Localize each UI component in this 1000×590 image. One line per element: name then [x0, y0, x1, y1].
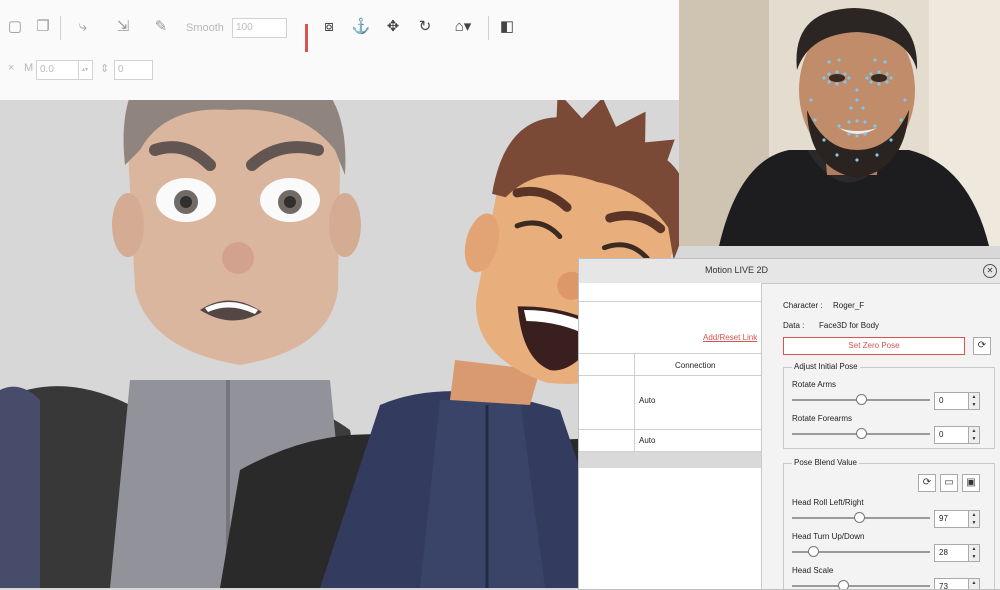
rotate-arms-label: Rotate Arms	[792, 380, 837, 389]
move-icon[interactable]: ✥	[382, 16, 404, 38]
head-roll-spinner[interactable]: ▲ ▼	[968, 510, 980, 528]
refresh-icon[interactable]: ⟳	[918, 474, 936, 492]
head-turn-slider-thumb[interactable]	[808, 546, 819, 557]
head-scale-input[interactable]: 73	[934, 578, 970, 589]
table-divider	[579, 301, 761, 302]
head-turn-input[interactable]: 28	[934, 544, 970, 562]
add-reset-link[interactable]: Add/Reset Link	[703, 333, 757, 342]
smooth-label: Smooth	[186, 22, 224, 34]
table-row[interactable]: Auto	[579, 429, 761, 452]
toolbar-row-2: × M 0.0 ▴▾ ⇕ 0	[0, 56, 680, 86]
rotate-forearms-label: Rotate Forearms	[792, 414, 853, 423]
toolbar-red-divider	[305, 24, 308, 52]
rotate-arms-input[interactable]: 0	[934, 392, 970, 410]
mirror-icon[interactable]: ◧	[496, 16, 518, 38]
field-a-label: M	[24, 62, 34, 74]
field-a-prefix-icon: ×	[8, 62, 15, 74]
character-value: Roger_F	[833, 301, 865, 310]
save-icon[interactable]: ▣	[962, 474, 980, 492]
pose-blend-title: Pose Blend Value	[792, 458, 860, 467]
rotate-arms-slider-thumb[interactable]	[856, 394, 867, 405]
connection-cell[interactable]: Auto	[639, 396, 655, 405]
top-toolbar: ▢ ❐ ⤷ ⇲ ✎ Smooth 100 ⧇ ⚓ ✥ ↻ ⌂▾ ◧ × M 0.…	[0, 0, 680, 101]
field-a-input[interactable]: 0.0	[36, 60, 81, 80]
new-icon[interactable]: ▢	[4, 16, 26, 38]
data-label: Data :	[783, 321, 805, 330]
field-b-icon: ⇕	[100, 63, 110, 75]
rotate-forearms-slider-thumb[interactable]	[856, 428, 867, 439]
table-header-row: Connection	[579, 353, 761, 376]
field-b-input[interactable]: 0	[114, 60, 153, 80]
transform-icon[interactable]: ⇲	[112, 16, 134, 38]
adjust-initial-pose-group: Adjust Initial Pose Rotate Arms 0 ▲ ▼ Rot…	[783, 362, 995, 449]
rotate-arms-spinner[interactable]: ▲ ▼	[968, 392, 980, 410]
panel-title: Motion LIVE 2D	[705, 265, 769, 275]
rotate-forearms-input[interactable]: 0	[934, 426, 970, 444]
connection-header: Connection	[675, 361, 716, 370]
head-scale-label: Head Scale	[792, 566, 834, 575]
head-scale-slider[interactable]	[792, 585, 930, 587]
rotate-forearms-spinner[interactable]: ▲ ▼	[968, 426, 980, 444]
toolbar-row-1: ▢ ❐ ⤷ ⇲ ✎ Smooth 100 ⧇ ⚓ ✥ ↻ ⌂▾ ◧	[0, 10, 680, 52]
head-roll-input[interactable]: 97	[934, 510, 970, 528]
pose-blend-value-group: Pose Blend Value ⟳ ▭ ▣ Head Roll Left/Ri…	[783, 458, 995, 589]
adjust-initial-pose-title: Adjust Initial Pose	[792, 362, 860, 371]
key-icon[interactable]: ⤷	[72, 16, 94, 38]
set-zero-pose-button[interactable]: Set Zero Pose	[783, 337, 965, 355]
motion-live-panel: Motion LIVE 2D ✕ Add/Reset Link Connecti…	[578, 258, 1000, 590]
rotate-icon[interactable]: ↻	[414, 16, 436, 38]
smooth-input[interactable]: 100	[232, 18, 287, 38]
head-scale-spinner[interactable]: ▲▼	[968, 578, 980, 589]
head-roll-label: Head Roll Left/Right	[792, 498, 864, 507]
connection-table: Add/Reset Link Connection Auto Auto	[579, 283, 762, 589]
anchor-icon[interactable]: ⚓	[350, 16, 372, 38]
data-value: Face3D for Body	[819, 321, 880, 330]
field-a-spinner[interactable]: ▴▾	[78, 60, 93, 80]
head-turn-spinner[interactable]: ▲ ▼	[968, 544, 980, 562]
head-roll-slider-thumb[interactable]	[854, 512, 865, 523]
webcam-image	[679, 0, 1000, 246]
head-scale-slider-thumb[interactable]	[838, 580, 849, 589]
close-icon[interactable]: ✕	[983, 264, 997, 278]
open-folder-icon[interactable]: ▭	[940, 474, 958, 492]
home-dropdown-icon[interactable]: ⌂▾	[448, 16, 478, 38]
webcam-feed	[679, 0, 1000, 246]
table-row[interactable]: Auto	[579, 375, 761, 430]
panel-titlebar: Motion LIVE 2D ✕	[579, 259, 1000, 284]
copy-icon[interactable]: ❐	[32, 16, 54, 38]
head-turn-label: Head Turn Up/Down	[792, 532, 865, 541]
table-footer-row	[579, 451, 761, 468]
wand-icon[interactable]: ✎	[150, 16, 172, 38]
toolbar-separator	[60, 16, 61, 40]
connection-cell[interactable]: Auto	[639, 436, 655, 445]
reset-icon[interactable]: ⟳	[973, 337, 991, 355]
character-label: Character :	[783, 301, 823, 310]
camera-icon[interactable]: ⧇	[318, 16, 340, 38]
toolbar-separator	[488, 16, 489, 40]
